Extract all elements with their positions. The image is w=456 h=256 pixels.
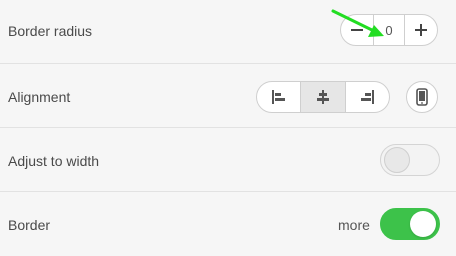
mobile-view-button[interactable] (406, 81, 438, 113)
toggle-knob (384, 147, 410, 173)
increment-button[interactable] (404, 15, 437, 45)
align-left-icon (271, 90, 285, 104)
row-border: Border (0, 192, 456, 256)
border-label: Border (8, 217, 51, 233)
align-right-button[interactable] (344, 82, 389, 112)
border-radius-value[interactable]: 0 (373, 15, 405, 45)
row-border-radius: Border radius 0 (0, 0, 456, 64)
adjust-to-width-label: Adjust to width (8, 153, 100, 169)
minus-icon (351, 29, 363, 31)
border-toggle[interactable] (380, 208, 440, 240)
align-center-icon (316, 90, 329, 104)
mobile-phone-icon (416, 88, 428, 106)
align-center-button[interactable] (300, 82, 345, 112)
settings-panel: Border radius 0 Alignment Adjust to widt… (0, 0, 456, 250)
alignment-label: Alignment (8, 89, 71, 105)
row-adjust-to-width: Adjust to width (0, 128, 456, 192)
alignment-button-group (256, 81, 390, 113)
align-right-icon (361, 90, 375, 104)
border-radius-stepper: 0 (340, 14, 438, 46)
align-left-button[interactable] (257, 82, 300, 112)
more-link[interactable]: more (338, 217, 370, 233)
border-radius-label: Border radius (8, 23, 93, 39)
toggle-knob (410, 211, 436, 237)
plus-icon (415, 24, 427, 36)
adjust-to-width-toggle[interactable] (380, 144, 440, 176)
decrement-button[interactable] (341, 15, 374, 45)
